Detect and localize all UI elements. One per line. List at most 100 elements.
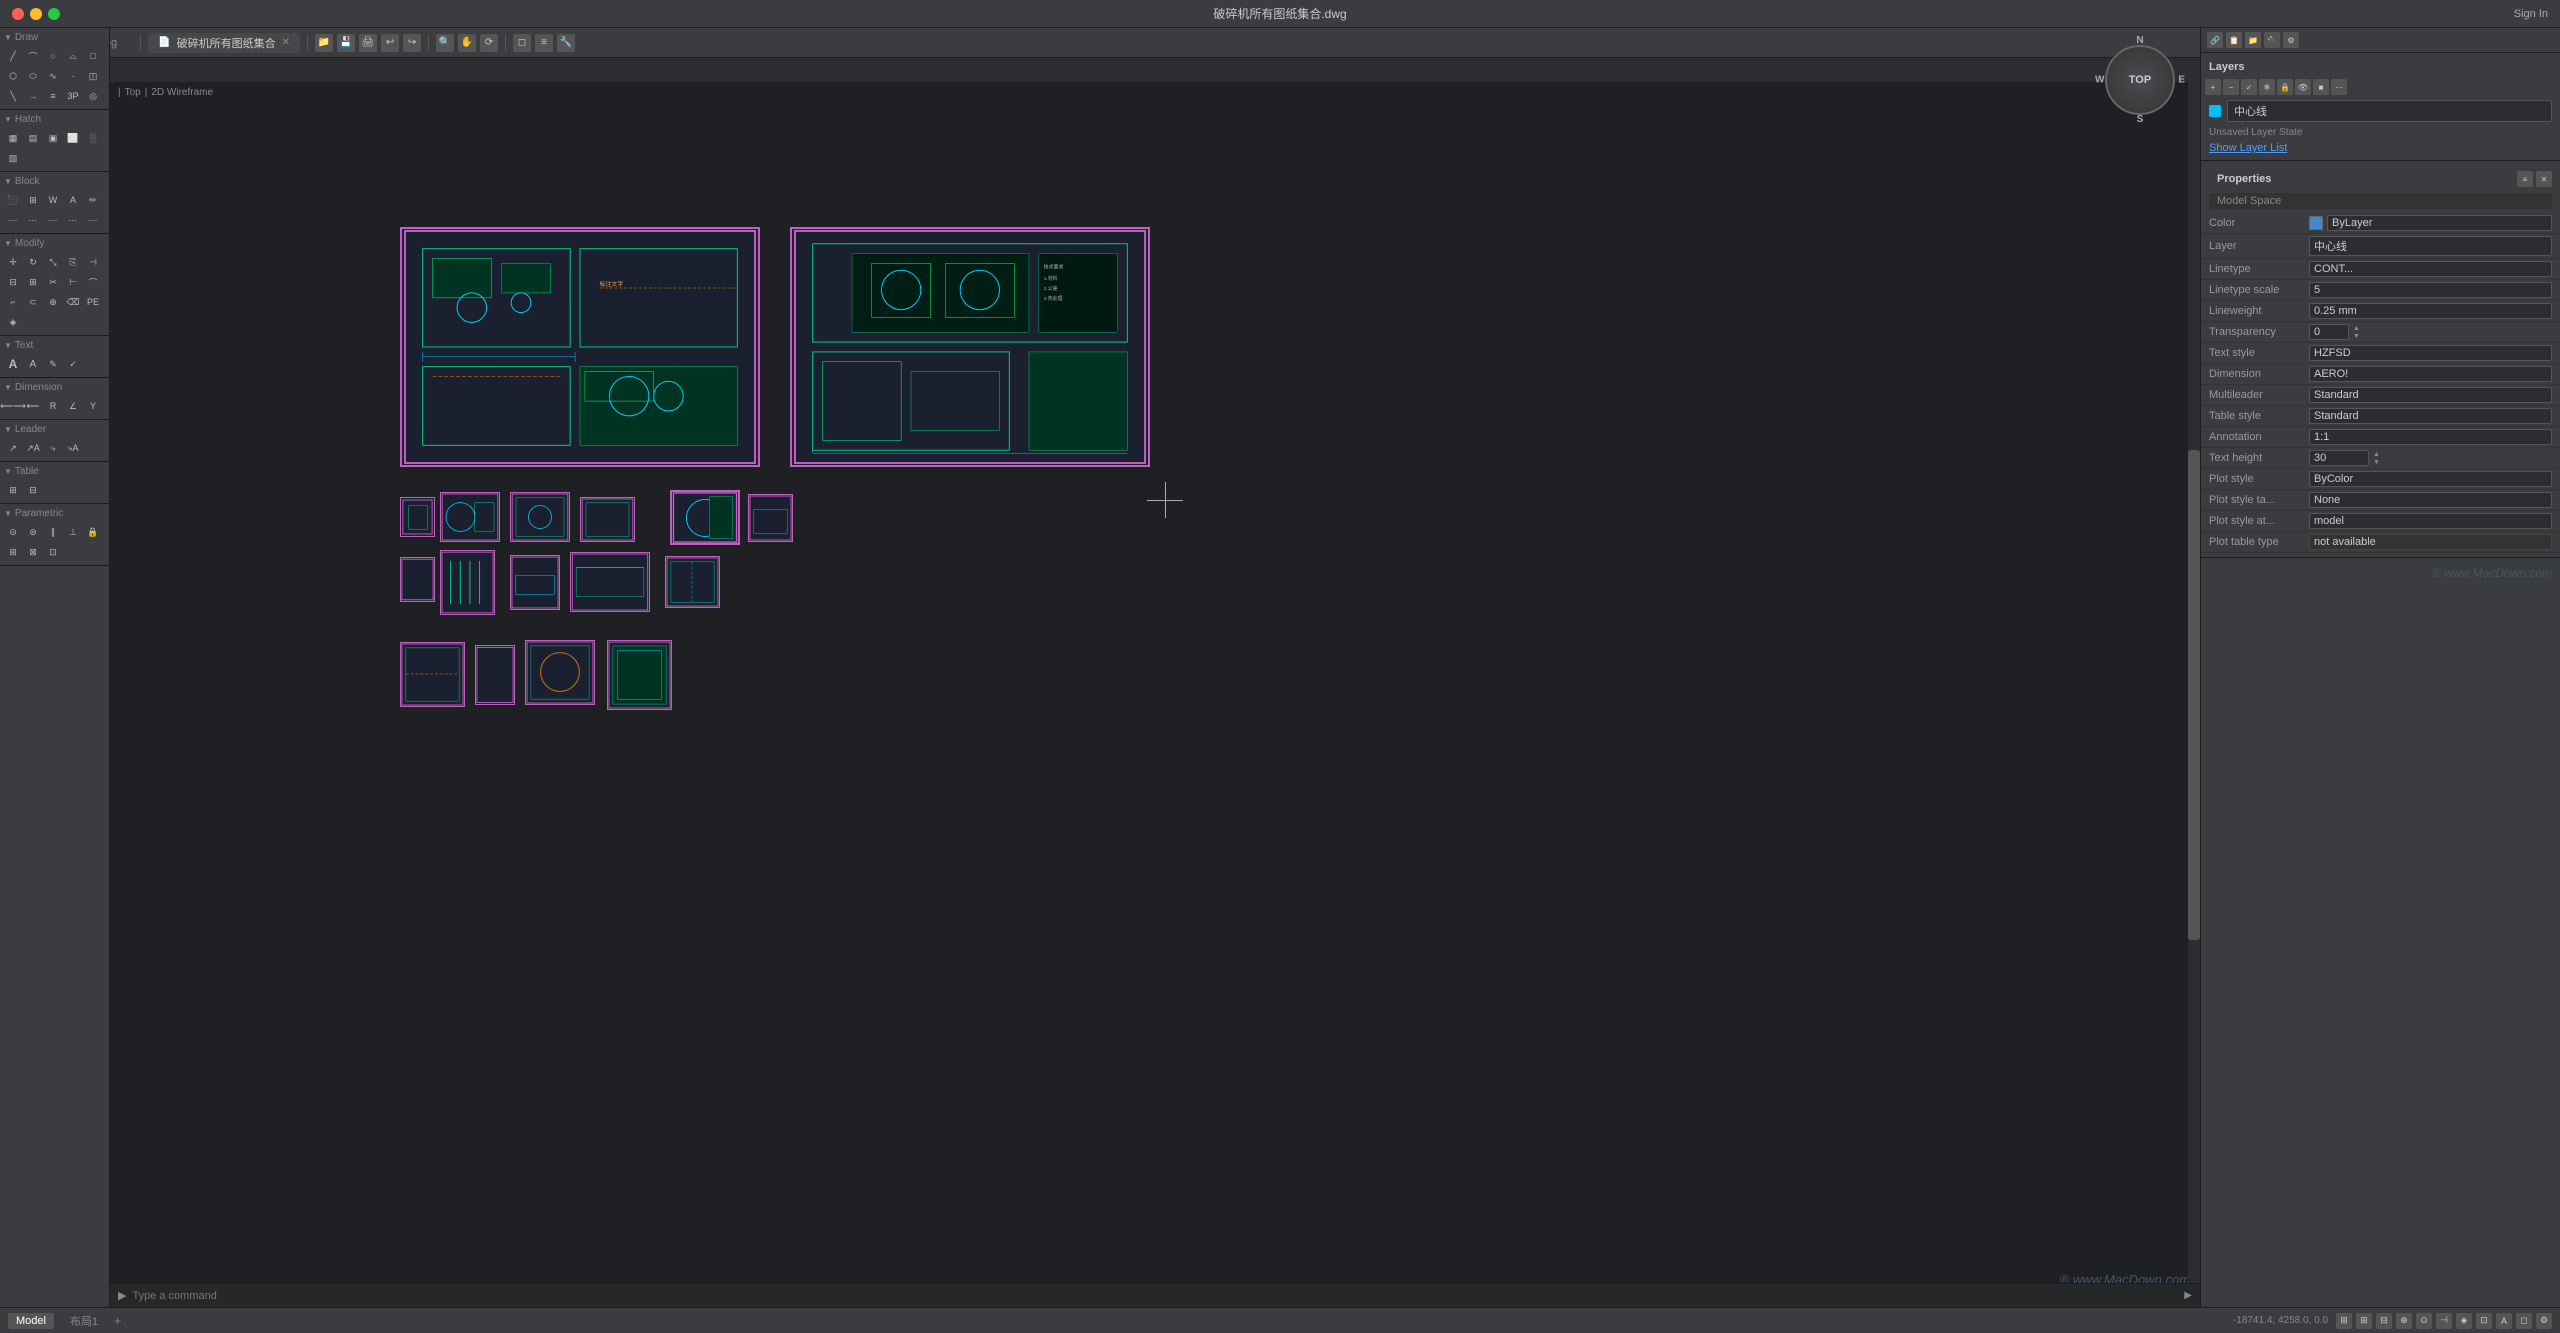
- explode-tool[interactable]: ⊕: [44, 293, 62, 311]
- drawing-frame-2[interactable]: 技术要求 1.材料 2.公差 3.热处理: [790, 227, 1150, 467]
- polyline-tool[interactable]: ⌒: [24, 47, 42, 65]
- command-line[interactable]: ▶ ▶: [110, 1283, 2200, 1307]
- thumb-7[interactable]: [400, 557, 435, 602]
- layer-more-icon[interactable]: ⋯: [2331, 79, 2347, 95]
- layer-view-icon[interactable]: 👁: [2295, 79, 2311, 95]
- layer-prop-value[interactable]: 中心线: [2309, 236, 2552, 256]
- transparency-spinner[interactable]: ▲ ▼: [2353, 325, 2360, 340]
- copy-tool[interactable]: ⎘: [64, 253, 82, 271]
- polar-icon[interactable]: ⊕: [2396, 1313, 2412, 1329]
- ortho-icon[interactable]: ⊟: [2376, 1313, 2392, 1329]
- line-tool[interactable]: ╱: [4, 47, 22, 65]
- section-parametric-header[interactable]: ▼ Parametric: [0, 506, 109, 521]
- param3-tool[interactable]: ∥: [44, 523, 62, 541]
- point-tool[interactable]: ·: [64, 67, 82, 85]
- offset-tool[interactable]: ⊟: [4, 273, 22, 291]
- table2-tool[interactable]: ⊟: [24, 481, 42, 499]
- thumb-1[interactable]: [400, 497, 435, 537]
- multileader-value[interactable]: Standard: [2309, 387, 2552, 403]
- lineweight-value[interactable]: 0.25 mm: [2309, 303, 2552, 319]
- model-view-icon[interactable]: ◻: [2516, 1313, 2532, 1329]
- thumb-6[interactable]: [748, 494, 793, 542]
- spline-tool[interactable]: ∿: [44, 67, 62, 85]
- rp-icon-2[interactable]: 📋: [2226, 32, 2242, 48]
- chamfer-tool[interactable]: ⌐: [4, 293, 22, 311]
- param5-tool[interactable]: 🔒: [84, 523, 102, 541]
- aligned-dim-tool[interactable]: ⟵: [24, 397, 42, 415]
- print-icon[interactable]: 🖨: [359, 34, 377, 52]
- thumb-5[interactable]: [670, 490, 740, 545]
- hatch3-tool[interactable]: ▧: [4, 149, 22, 167]
- props-toggle-icon[interactable]: ≡: [2517, 171, 2533, 187]
- save-icon[interactable]: 💾: [337, 34, 355, 52]
- insert-block-tool[interactable]: ⬛: [4, 191, 22, 209]
- section-text-header[interactable]: ▼ Text: [0, 338, 109, 353]
- mline-tool[interactable]: ≡: [44, 87, 62, 105]
- view-cube-icon[interactable]: ◻: [513, 34, 531, 52]
- radial-dim-tool[interactable]: R: [44, 397, 62, 415]
- rp-icon-4[interactable]: 🔌: [2264, 32, 2280, 48]
- color-swatch[interactable]: [2309, 216, 2323, 230]
- rp-icon-5[interactable]: ⚙: [2283, 32, 2299, 48]
- section-dimension-header[interactable]: ▼ Dimension: [0, 380, 109, 395]
- text-height-spinner[interactable]: ▲ ▼: [2373, 451, 2380, 466]
- undo-icon[interactable]: ↩: [381, 34, 399, 52]
- polygon-tool[interactable]: ⬡: [4, 67, 22, 85]
- section-leader-header[interactable]: ▼ Leader: [0, 422, 109, 437]
- settings-icon[interactable]: ⚙: [2536, 1313, 2552, 1329]
- move-tool[interactable]: ✛: [4, 253, 22, 271]
- text-edit-tool[interactable]: ✎: [44, 355, 62, 373]
- annotation-scale-icon[interactable]: A: [2496, 1313, 2512, 1329]
- fillet-tool[interactable]: ⌒: [84, 273, 102, 291]
- array-tool[interactable]: ⊞: [24, 273, 42, 291]
- param8-tool[interactable]: ⊡: [44, 543, 62, 561]
- block-more3-tool[interactable]: ⋯: [44, 211, 62, 229]
- close-button[interactable]: [12, 8, 24, 20]
- mleader-tool[interactable]: ↗A: [24, 439, 42, 457]
- compass-circle[interactable]: TOP: [2105, 45, 2175, 115]
- dimension-prop-value[interactable]: AERO!: [2309, 366, 2552, 382]
- linear-dim-tool[interactable]: ⟵⟶: [4, 397, 22, 415]
- leader-tool[interactable]: ↗: [4, 439, 22, 457]
- pedit-tool[interactable]: PE: [84, 293, 102, 311]
- thumb-8[interactable]: [440, 550, 495, 615]
- rect-tool[interactable]: □: [84, 47, 102, 65]
- circle-tool[interactable]: ○: [44, 47, 62, 65]
- transparency-status-icon[interactable]: ◈: [2456, 1313, 2472, 1329]
- thumb-4[interactable]: [580, 497, 635, 542]
- block-more4-tool[interactable]: ⋯: [64, 211, 82, 229]
- traffic-lights[interactable]: [12, 8, 60, 20]
- donut-tool[interactable]: ◎: [84, 87, 102, 105]
- 3dpoly-tool[interactable]: 3P: [64, 87, 82, 105]
- arc-tool[interactable]: ⌓: [64, 47, 82, 65]
- break-tool[interactable]: ⊂: [24, 293, 42, 311]
- wipeout-tool[interactable]: ⬜: [64, 129, 82, 147]
- transparency-value[interactable]: 0: [2309, 324, 2349, 340]
- param4-tool[interactable]: ⊥: [64, 523, 82, 541]
- pan-icon[interactable]: ✋: [458, 34, 476, 52]
- thumb-9[interactable]: [510, 555, 560, 610]
- section-draw-header[interactable]: ▼ Draw: [0, 30, 109, 45]
- thumb-3[interactable]: [510, 492, 570, 542]
- layer-lock-icon[interactable]: 🔒: [2277, 79, 2293, 95]
- scale-tool[interactable]: ⤡: [44, 253, 62, 271]
- spell-check-tool[interactable]: ✓: [64, 355, 82, 373]
- param1-tool[interactable]: ⊝: [4, 523, 22, 541]
- model-tab[interactable]: Model: [8, 1313, 54, 1329]
- open-folder-icon[interactable]: 📁: [315, 34, 333, 52]
- mtext-tool[interactable]: A: [4, 355, 22, 373]
- linetype-value[interactable]: CONT...: [2309, 261, 2552, 277]
- color-value[interactable]: ByLayer: [2327, 215, 2552, 231]
- selection-icon[interactable]: ⊡: [2476, 1313, 2492, 1329]
- layer-new-icon[interactable]: +: [2205, 79, 2221, 95]
- plot-style-value[interactable]: ByColor: [2309, 471, 2552, 487]
- define-attr-tool[interactable]: A: [64, 191, 82, 209]
- text-height-value[interactable]: 30: [2309, 450, 2369, 466]
- layer-delete-icon[interactable]: −: [2223, 79, 2239, 95]
- osnap-icon[interactable]: ⊙: [2416, 1313, 2432, 1329]
- block-more-tool[interactable]: ⋯: [4, 211, 22, 229]
- block-more5-tool[interactable]: ⋯: [84, 211, 102, 229]
- plot-style-at-value[interactable]: model: [2309, 513, 2552, 529]
- orbit-icon[interactable]: ⟳: [480, 34, 498, 52]
- rp-icon-3[interactable]: 📁: [2245, 32, 2261, 48]
